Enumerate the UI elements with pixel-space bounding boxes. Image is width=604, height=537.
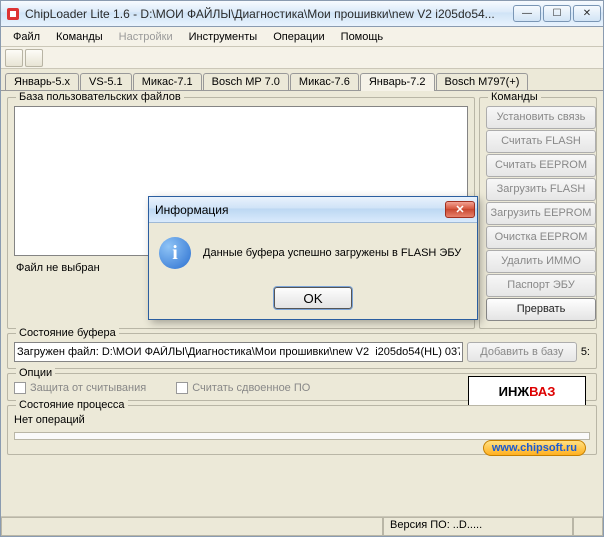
- checkbox-icon: [14, 382, 26, 394]
- app-icon: [5, 6, 21, 22]
- menu-settings[interactable]: Настройки: [111, 29, 181, 45]
- cmd-read-flash[interactable]: Считать FLASH: [486, 130, 596, 153]
- titlebar: ChipLoader Lite 1.6 - D:\МОИ ФАЙЛЫ\Диагн…: [1, 1, 603, 27]
- dialog-title: Информация: [155, 203, 445, 217]
- close-button[interactable]: ✕: [573, 5, 601, 22]
- progress-bar: [14, 432, 590, 440]
- dialog-titlebar: Информация ✕: [149, 197, 477, 223]
- add-to-db-button[interactable]: Добавить в базу: [467, 342, 577, 362]
- cmd-load-flash[interactable]: Загрузить FLASH: [486, 178, 596, 201]
- buffer-value-input[interactable]: [14, 342, 463, 362]
- commands-legend: Команды: [488, 91, 541, 103]
- tab-jan5[interactable]: Январь-5.x: [5, 73, 79, 90]
- userfiles-legend: База пользовательских файлов: [16, 91, 184, 103]
- buffer-group: Состояние буфера Добавить в базу 5:: [7, 333, 597, 369]
- menu-file[interactable]: Файл: [5, 29, 48, 45]
- options-legend: Опции: [16, 367, 55, 379]
- tab-jan72[interactable]: Январь-7.2: [360, 73, 435, 91]
- cmd-abort[interactable]: Прервать: [486, 298, 596, 321]
- protect-label: Защита от считывания: [30, 382, 146, 394]
- menu-operations[interactable]: Операции: [265, 29, 332, 45]
- toolbar: [1, 47, 603, 69]
- menu-commands[interactable]: Команды: [48, 29, 111, 45]
- cmd-read-eeprom[interactable]: Считать EEPROM: [486, 154, 596, 177]
- menu-help[interactable]: Помощь: [333, 29, 392, 45]
- cmd-connect[interactable]: Установить связь: [486, 106, 596, 129]
- dialog-ok-button[interactable]: OK: [274, 287, 352, 309]
- buffer-legend: Состояние буфера: [16, 327, 119, 339]
- dialog-close-button[interactable]: ✕: [445, 201, 475, 218]
- dialog-message: Данные буфера успешно загружены в FLASH …: [203, 247, 461, 259]
- chipsoft-url[interactable]: www.chipsoft.ru: [483, 440, 586, 456]
- tab-mikas71[interactable]: Микас-7.1: [133, 73, 202, 90]
- options-group: Опции Защита от считывания Считать сдвое…: [7, 373, 597, 401]
- status-cell-1: [1, 517, 383, 536]
- cmd-passport[interactable]: Паспорт ЭБУ: [486, 274, 596, 297]
- window-title: ChipLoader Lite 1.6 - D:\МОИ ФАЙЛЫ\Диагн…: [25, 7, 513, 21]
- process-value: Нет операций: [14, 414, 590, 426]
- ecu-tabs: Январь-5.x VS-5.1 Микас-7.1 Bosch MP 7.0…: [1, 69, 603, 91]
- tab-boschm797[interactable]: Bosch M797(+): [436, 73, 529, 90]
- maximize-button[interactable]: ☐: [543, 5, 571, 22]
- process-legend: Состояние процесса: [16, 399, 128, 411]
- menubar: Файл Команды Настройки Инструменты Опера…: [1, 27, 603, 47]
- process-group: Состояние процесса Нет операций www.chip…: [7, 405, 597, 455]
- protect-checkbox[interactable]: Защита от считывания: [14, 382, 146, 394]
- cmd-clear-eeprom[interactable]: Очистка EEPROM: [486, 226, 596, 249]
- commands-group: Команды Установить связь Считать FLASH С…: [479, 97, 597, 329]
- cmd-remove-immo[interactable]: Удалить ИММО: [486, 250, 596, 273]
- status-version: Версия ПО: ..D.....: [383, 517, 573, 536]
- buffer-tail: 5:: [581, 346, 590, 358]
- info-dialog: Информация ✕ i Данные буфера успешно заг…: [148, 196, 478, 320]
- status-cell-3: [573, 517, 603, 536]
- minimize-button[interactable]: —: [513, 5, 541, 22]
- cmd-load-eeprom[interactable]: Загрузить EEPROM: [486, 202, 596, 225]
- statusbar: Версия ПО: ..D.....: [1, 516, 603, 536]
- tab-vs51[interactable]: VS-5.1: [80, 73, 132, 90]
- menu-tools[interactable]: Инструменты: [181, 29, 266, 45]
- checkbox-icon: [176, 382, 188, 394]
- toolbar-button-1[interactable]: [5, 49, 23, 67]
- double-checkbox[interactable]: Считать сдвоенное ПО: [176, 382, 310, 394]
- toolbar-button-2[interactable]: [25, 49, 43, 67]
- tab-mikas76[interactable]: Микас-7.6: [290, 73, 359, 90]
- tab-boschmp70[interactable]: Bosch MP 7.0: [203, 73, 289, 90]
- double-label: Считать сдвоенное ПО: [192, 382, 310, 394]
- info-icon: i: [159, 237, 191, 269]
- brand-logo: ИНЖВАЗ: [468, 376, 586, 406]
